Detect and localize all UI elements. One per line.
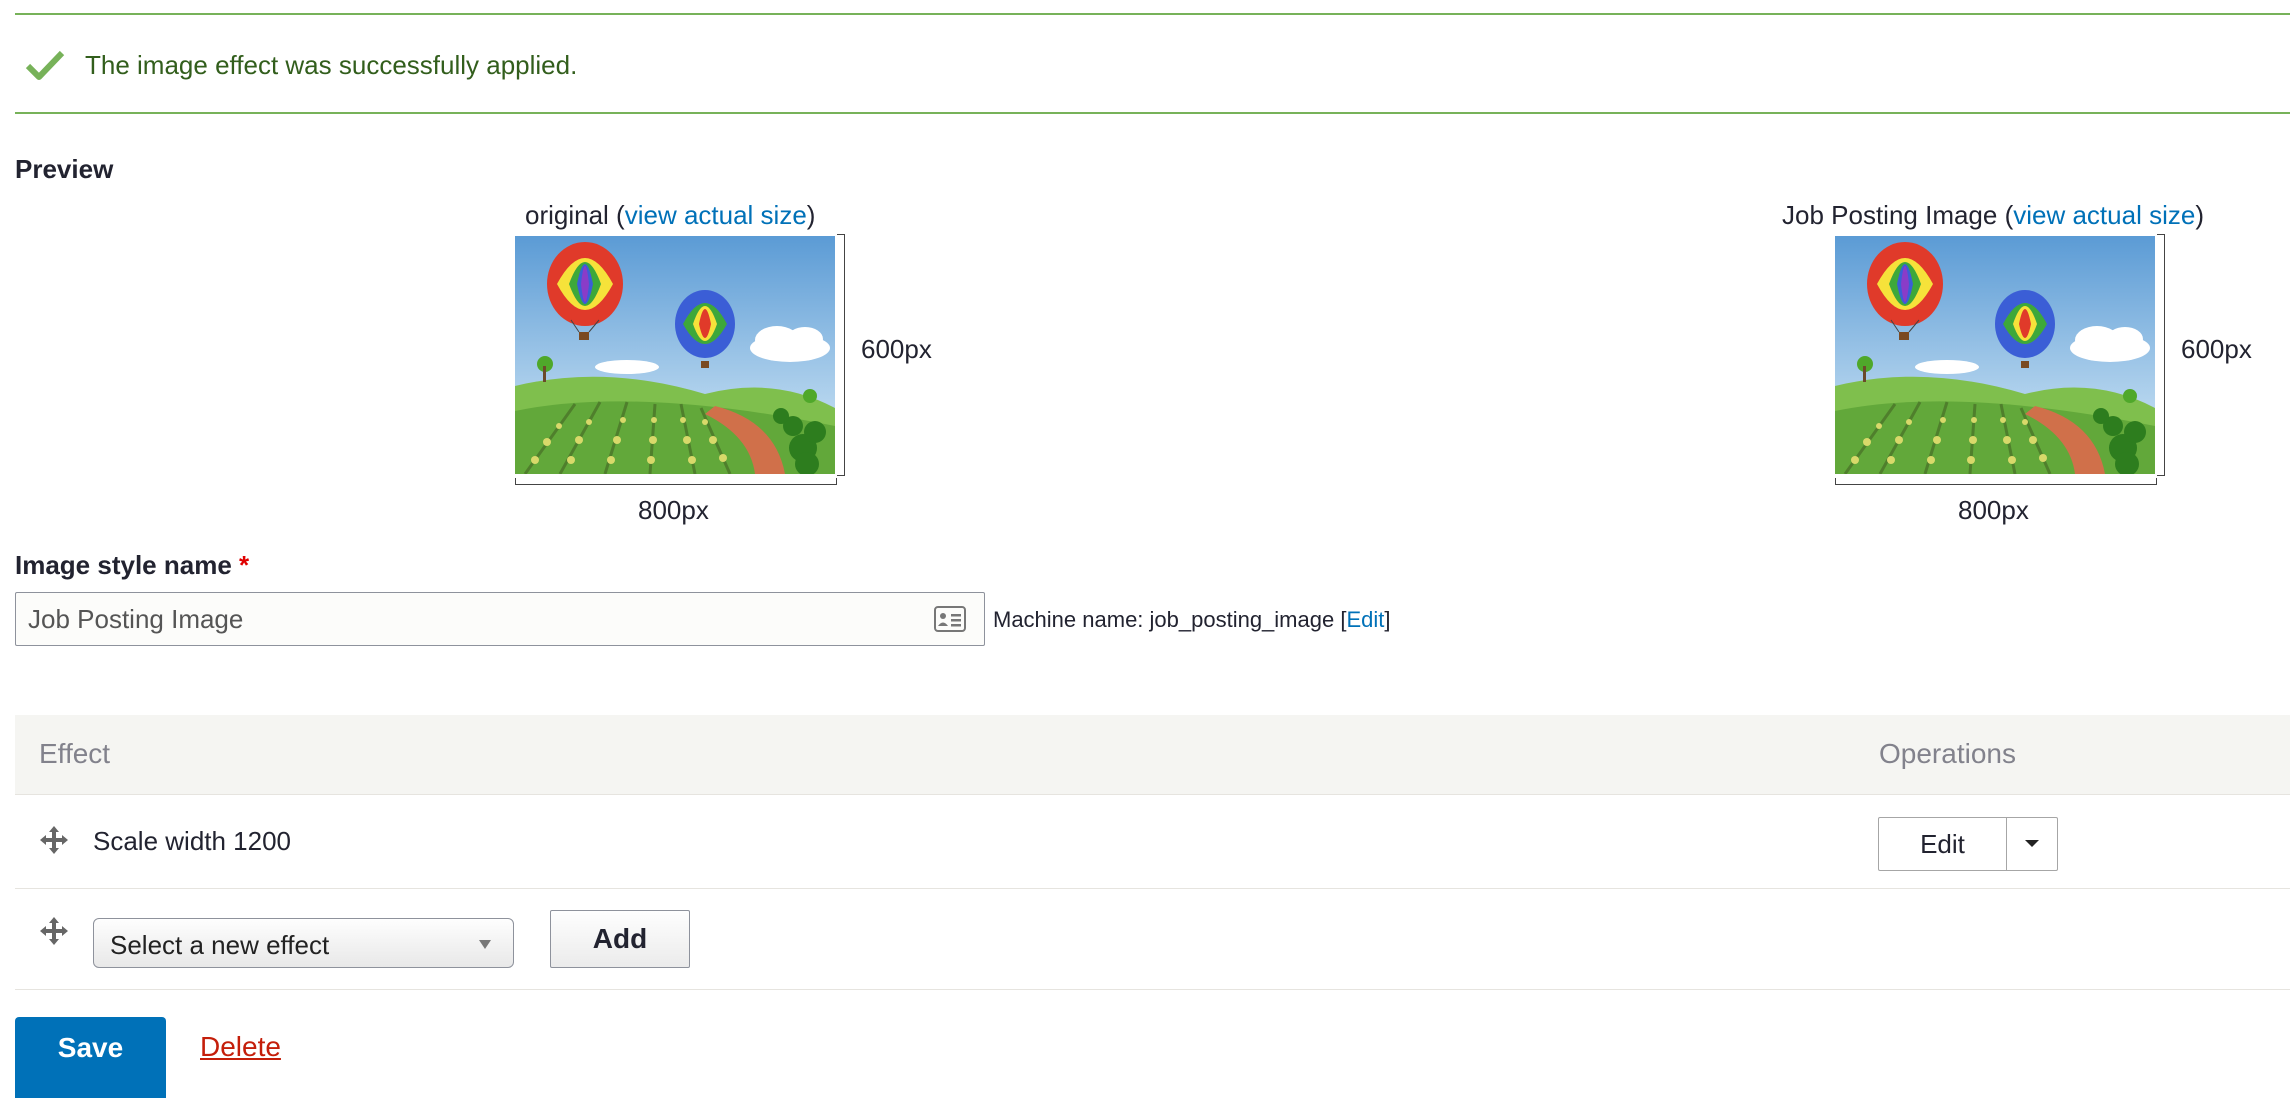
styled-preview-caption: Job Posting Image (view actual size)	[1782, 198, 2204, 232]
operations-column-header: Operations	[1879, 738, 2016, 769]
original-caption-suffix: )	[806, 200, 816, 230]
add-effect-button[interactable]: Add	[550, 910, 690, 968]
image-style-name-input[interactable]: Job Posting Image	[15, 592, 985, 646]
status-message-text: The image effect was successfully applie…	[85, 50, 578, 80]
preview-heading: Preview	[15, 154, 114, 184]
styled-preview-image[interactable]	[1835, 236, 2155, 474]
original-width-label: 800px	[638, 495, 709, 525]
styled-view-actual-size-link[interactable]: view actual size	[2013, 200, 2195, 230]
original-caption-prefix: original (	[525, 200, 625, 230]
original-height-bracket	[837, 234, 845, 476]
new-effect-select[interactable]: Select a new effect	[93, 918, 514, 968]
required-marker: *	[239, 550, 250, 580]
drag-handle-icon[interactable]	[39, 825, 69, 855]
checkmark-icon	[25, 50, 65, 80]
operations-dropbutton: Edit	[1878, 817, 2058, 871]
select-arrow-icon	[479, 940, 491, 949]
save-button[interactable]: Save	[15, 1017, 166, 1098]
styled-caption-prefix: Job Posting Image (	[1782, 200, 2014, 230]
status-message: The image effect was successfully applie…	[15, 13, 2290, 114]
machine-name-edit-link[interactable]: Edit	[1346, 607, 1384, 632]
effect-name: Scale width 1200	[93, 826, 292, 856]
machine-name-suffix: ]	[1384, 607, 1391, 632]
original-preview-caption: original (view actual size)	[525, 198, 815, 232]
image-style-name-value[interactable]: Job Posting Image	[28, 603, 243, 635]
styled-height-label: 600px	[2181, 334, 2252, 364]
effects-table-header: Effect Operations	[15, 715, 2290, 795]
new-effect-select-value: Select a new effect	[110, 930, 330, 960]
image-style-name-label: Image style name *	[15, 548, 249, 582]
original-preview-image[interactable]	[515, 236, 835, 474]
original-height-label: 600px	[861, 334, 932, 364]
original-view-actual-size-link[interactable]: view actual size	[625, 200, 807, 230]
image-style-name-label-text: Image style name	[15, 550, 232, 580]
machine-name-text: Machine name: job_posting_image [	[993, 607, 1347, 632]
styled-width-label: 800px	[1958, 495, 2029, 525]
operations-toggle[interactable]	[2007, 818, 2057, 870]
styled-caption-suffix: )	[2195, 200, 2204, 230]
styled-height-bracket	[2157, 234, 2165, 476]
edit-effect-button[interactable]: Edit	[1879, 818, 2007, 870]
effect-column-header: Effect	[39, 738, 111, 769]
caret-down-icon	[2025, 840, 2039, 847]
drag-handle-icon[interactable]	[39, 916, 69, 946]
original-width-bracket	[515, 478, 837, 485]
machine-name: Machine name: job_posting_image [Edit]	[993, 606, 1391, 634]
contact-card-icon	[934, 606, 966, 632]
delete-link[interactable]: Delete	[200, 1030, 281, 1064]
styled-width-bracket	[1835, 478, 2157, 485]
